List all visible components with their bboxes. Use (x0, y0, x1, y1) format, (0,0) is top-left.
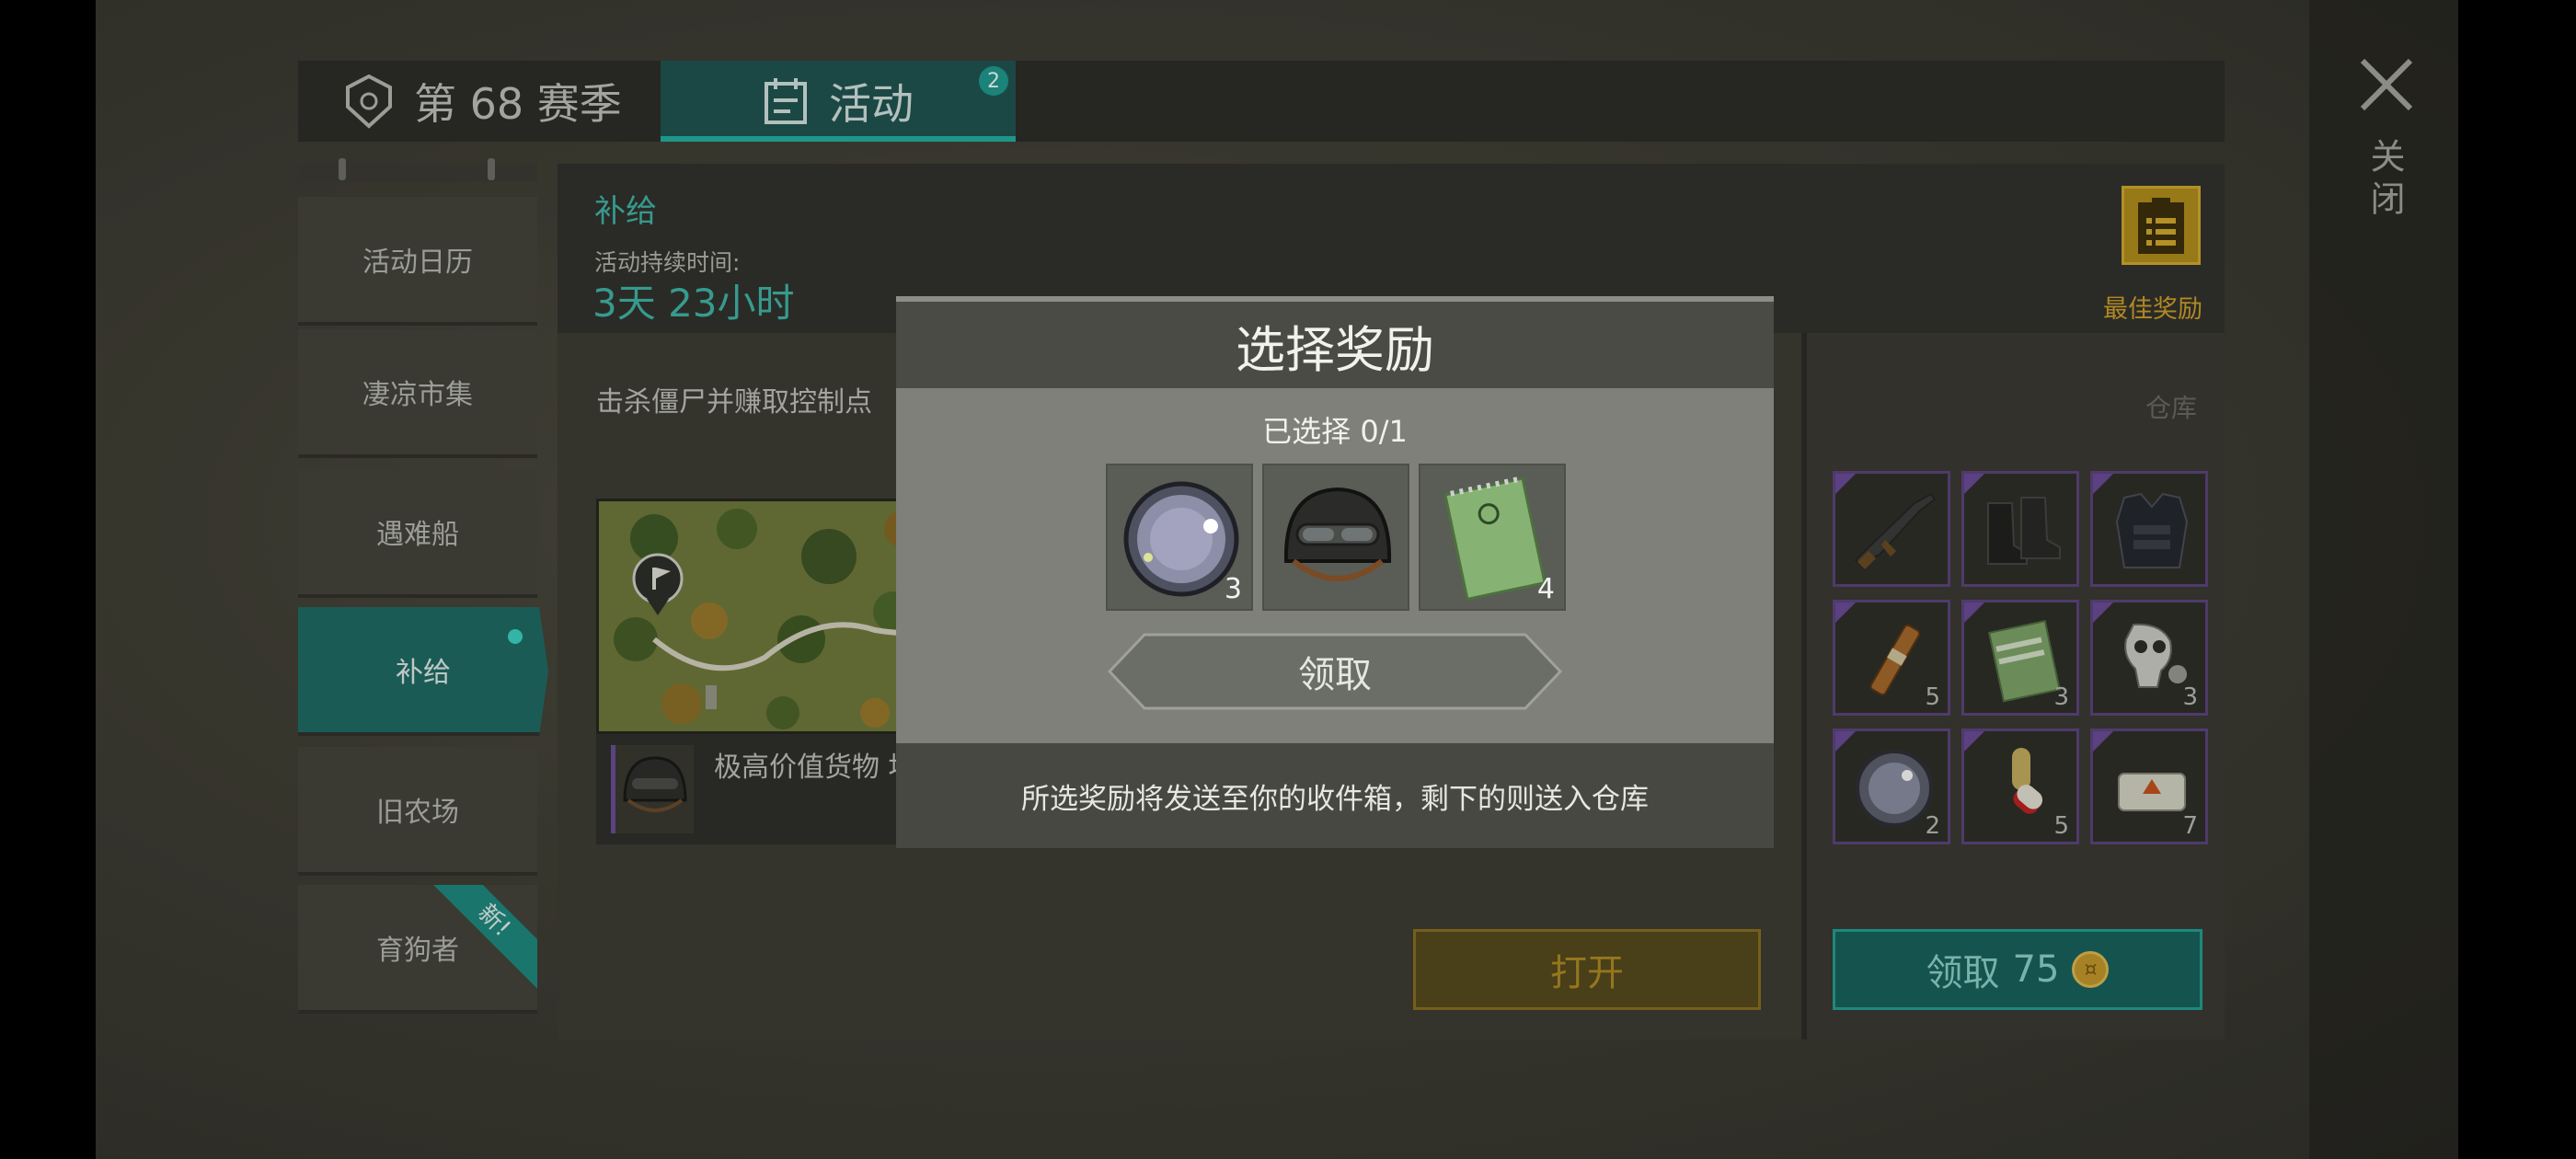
reward-option-notebook[interactable]: 4 (1419, 464, 1566, 611)
helmet-icon (1283, 487, 1392, 581)
item-count: 4 (1536, 573, 1555, 605)
dialog-claim-label: 领取 (1298, 654, 1372, 696)
dialog-footer-note: 所选奖励将发送至你的收件箱，剩下的则送入仓库 (896, 743, 1774, 848)
dialog-title-bar: 选择奖励 (896, 302, 1774, 388)
dialog-title: 选择奖励 (1236, 320, 1434, 379)
dialog-footer-text: 所选奖励将发送至你的收件箱，剩下的则送入仓库 (1021, 782, 1649, 816)
reward-option-helmet[interactable] (1262, 464, 1409, 611)
select-reward-dialog: 选择奖励 已选择 0/1 3 4 领取 所选奖励将发送至你的收件箱，剩下的则送入… (896, 296, 1774, 848)
reward-option-lens[interactable]: 3 (1106, 464, 1253, 611)
selected-count: 已选择 0/1 (1262, 414, 1408, 449)
item-count: 3 (1224, 573, 1242, 605)
dialog-body: 已选择 0/1 3 4 领取 (896, 388, 1774, 743)
dialog-claim-button[interactable]: 领取 (1108, 633, 1562, 710)
